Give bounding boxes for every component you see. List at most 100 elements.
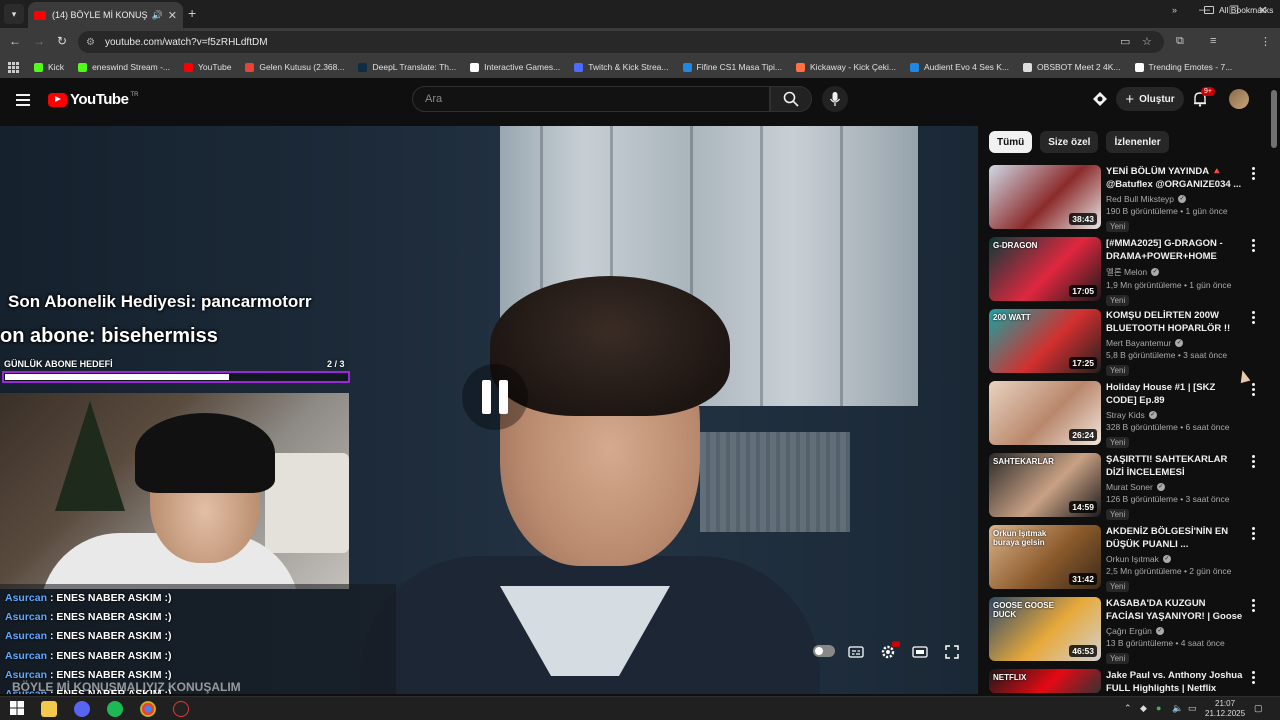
more-bookmarks-icon[interactable]: » <box>1172 5 1177 15</box>
close-tab-icon[interactable]: ✕ <box>168 9 177 22</box>
browser-menu-icon[interactable]: ⋮ <box>1260 35 1271 48</box>
video-thumbnail[interactable]: NETFLIX <box>989 669 1101 693</box>
voice-search-button[interactable] <box>822 86 848 112</box>
browser-tab-active[interactable]: (14) BÖYLE Mİ KONUŞMAL 🔊 ✕ <box>28 2 183 28</box>
channel-name[interactable]: Murat Soner ✓ <box>1106 482 1244 492</box>
more-options-icon[interactable] <box>1250 599 1256 614</box>
chrome-icon[interactable] <box>140 701 156 717</box>
cast-icon[interactable]: ▭ <box>1120 35 1130 48</box>
media-control-icon[interactable]: ≡ <box>1210 35 1216 47</box>
more-options-icon[interactable] <box>1250 455 1256 470</box>
recommendation-card[interactable]: 200 WATT 17:25 KOMŞU DELİRTEN 200W BLUETOO… <box>989 309 1261 376</box>
video-title[interactable]: AKDENİZ BÖLGESİ'NİN EN DÜŞÜK PUANLI ... <box>1106 525 1244 551</box>
search-input[interactable]: Ara <box>412 86 770 112</box>
pause-indicator-icon[interactable] <box>462 364 528 430</box>
new-tab-icon[interactable]: + <box>188 5 196 21</box>
bookmark-item[interactable]: Kickaway - Kick Çeki... <box>796 62 896 72</box>
tab-search-icon[interactable]: ▾ <box>4 4 24 24</box>
bookmark-item[interactable]: YouTube <box>184 62 231 72</box>
taskbar-clock[interactable]: 21:07 21.12.2025 <box>1205 699 1245 719</box>
site-info-icon[interactable]: ⚙ <box>86 37 95 48</box>
video-thumbnail[interactable]: GOOSE GOOSE DUCK 46:53 <box>989 597 1101 661</box>
channel-name[interactable]: Çağrı Ergün ✓ <box>1106 626 1244 636</box>
filter-chip[interactable]: İzlenenler <box>1106 131 1169 153</box>
more-options-icon[interactable] <box>1250 167 1256 182</box>
studio-icon[interactable] <box>1092 91 1108 107</box>
recommendation-card[interactable]: 26:24 Holiday House #1 | [SKZ CODE] Ep.89… <box>989 381 1261 448</box>
bookmark-item[interactable]: Fifine CS1 Masa Tipi... <box>682 62 782 72</box>
scrollbar-thumb[interactable] <box>1271 90 1277 148</box>
video-title[interactable]: Jake Paul vs. Anthony Joshua FULL Highli… <box>1106 669 1244 695</box>
recommendation-card[interactable]: SAHTEKARLAR 14:59 ŞAŞIRTTI! SAHTEKARLAR Dİ… <box>989 453 1261 520</box>
reload-icon[interactable]: ↻ <box>57 34 67 48</box>
address-bar[interactable]: ⚙ youtube.com/watch?v=f5zRHLdftDM <box>78 31 1164 53</box>
video-title[interactable]: ŞAŞIRTTI! SAHTEKARLAR DİZİ İNCELEMESİ <box>1106 453 1244 479</box>
bookmark-star-icon[interactable]: ☆ <box>1142 35 1152 48</box>
forward-icon[interactable]: → <box>33 34 45 48</box>
video-player[interactable]: Son Abonelik Hediyesi: pancarmotorr on a… <box>0 126 978 694</box>
recommendation-card[interactable]: Orkun Işıtmak buraya gelsin 31:42 AKDENİZ … <box>989 525 1261 592</box>
extensions-icon[interactable]: ⧉ <box>1176 35 1184 48</box>
youtube-logo[interactable]: YouTube TR <box>48 91 138 108</box>
page-scrollbar[interactable] <box>1271 90 1277 682</box>
bookmark-item[interactable]: Audient Evo 4 Ses K... <box>909 62 1009 72</box>
more-options-icon[interactable] <box>1250 239 1256 254</box>
bookmark-item[interactable]: Kick <box>34 62 64 72</box>
recommendation-card[interactable]: GOOSE GOOSE DUCK 46:53 KASABA'DA KUZGUN FA… <box>989 597 1261 664</box>
account-avatar[interactable] <box>1229 89 1249 109</box>
bookmark-item[interactable]: Interactive Games... <box>470 62 560 72</box>
video-title[interactable]: KOMŞU DELİRTEN 200W BLUETOOTH HOPARLÖR !… <box>1106 309 1244 335</box>
tray-status-icon[interactable]: ● <box>1156 703 1161 713</box>
bookmark-item[interactable]: DeepL Translate: Th... <box>358 62 456 72</box>
bookmark-item[interactable]: eneswind Stream -... <box>78 62 170 72</box>
file-explorer-icon[interactable] <box>41 701 57 717</box>
video-title[interactable]: Holiday House #1 | [SKZ CODE] Ep.89 <box>1106 381 1244 407</box>
bookmark-item[interactable]: Gelen Kutusu (2.368... <box>245 62 344 72</box>
fullscreen-button[interactable] <box>939 642 965 662</box>
subtitles-button[interactable] <box>843 642 869 662</box>
video-thumbnail[interactable]: 26:24 <box>989 381 1101 445</box>
recommendation-card[interactable]: G-DRAGON 17:05 [#MMA2025] G-DRAGON - DRAMA… <box>989 237 1261 306</box>
back-icon[interactable]: ← <box>9 34 21 48</box>
discord-icon[interactable] <box>74 701 90 717</box>
more-options-icon[interactable] <box>1250 383 1256 398</box>
network-icon[interactable]: ▭ <box>1188 703 1197 714</box>
notification-center-icon[interactable]: ▢ <box>1254 703 1263 714</box>
channel-name[interactable]: Orkun Işıtmak ✓ <box>1106 554 1244 564</box>
video-title[interactable]: YENİ BÖLÜM YAYINDA 🔺 @Batuflex @ORGANIZE… <box>1106 165 1244 191</box>
video-thumbnail[interactable]: G-DRAGON 17:05 <box>989 237 1101 301</box>
volume-icon[interactable]: 🔈 <box>1172 703 1183 714</box>
video-thumbnail[interactable]: Orkun Işıtmak buraya gelsin 31:42 <box>989 525 1101 589</box>
video-title[interactable]: [#MMA2025] G-DRAGON - DRAMA+POWER+HOME S… <box>1106 237 1244 263</box>
recommendation-card[interactable]: NETFLIX Jake Paul vs. Anthony Joshua FULL… <box>989 669 1261 695</box>
spotify-icon[interactable] <box>107 701 123 717</box>
video-title[interactable]: KASABA'DA KUZGUN FACİASI YAŞANIYOR! | Go… <box>1106 597 1244 623</box>
speaker-icon[interactable]: 🔊 <box>152 10 163 21</box>
channel-name[interactable]: Stray Kids ✓ <box>1106 410 1244 420</box>
channel-name[interactable]: Red Bull Miksteyp ✓ <box>1106 194 1244 204</box>
more-options-icon[interactable] <box>1250 671 1256 686</box>
autoplay-toggle[interactable] <box>813 645 835 657</box>
tray-app-icon[interactable]: ◆ <box>1140 703 1147 714</box>
bookmark-item[interactable]: Twitch & Kick Strea... <box>574 62 669 72</box>
all-bookmarks-button[interactable]: All Bookmarks <box>1204 5 1273 15</box>
windows-start-icon[interactable] <box>10 701 26 717</box>
obs-icon[interactable] <box>173 701 189 717</box>
search-button[interactable] <box>770 86 812 112</box>
create-button[interactable]: + Oluştur <box>1116 87 1184 111</box>
video-thumbnail[interactable]: SAHTEKARLAR 14:59 <box>989 453 1101 517</box>
theater-mode-button[interactable] <box>907 642 933 662</box>
more-options-icon[interactable] <box>1250 311 1256 326</box>
filter-chip[interactable]: Size özel <box>1040 131 1099 153</box>
tray-chevron-icon[interactable]: ⌃ <box>1124 703 1132 714</box>
video-thumbnail[interactable]: 200 WATT 17:25 <box>989 309 1101 373</box>
menu-icon[interactable] <box>16 94 30 109</box>
channel-name[interactable]: Mert Bayantemur ✓ <box>1106 338 1244 348</box>
more-options-icon[interactable] <box>1250 527 1256 542</box>
bookmark-item[interactable]: Trending Emotes - 7... <box>1134 62 1232 72</box>
channel-name[interactable]: 멜론 Melon ✓ <box>1106 266 1244 278</box>
bookmark-item[interactable]: OBSBOT Meet 2 4K... <box>1023 62 1121 72</box>
apps-grid-icon[interactable] <box>8 62 19 73</box>
filter-chip[interactable]: Tümü <box>989 131 1033 153</box>
video-thumbnail[interactable]: 38:43 <box>989 165 1101 229</box>
